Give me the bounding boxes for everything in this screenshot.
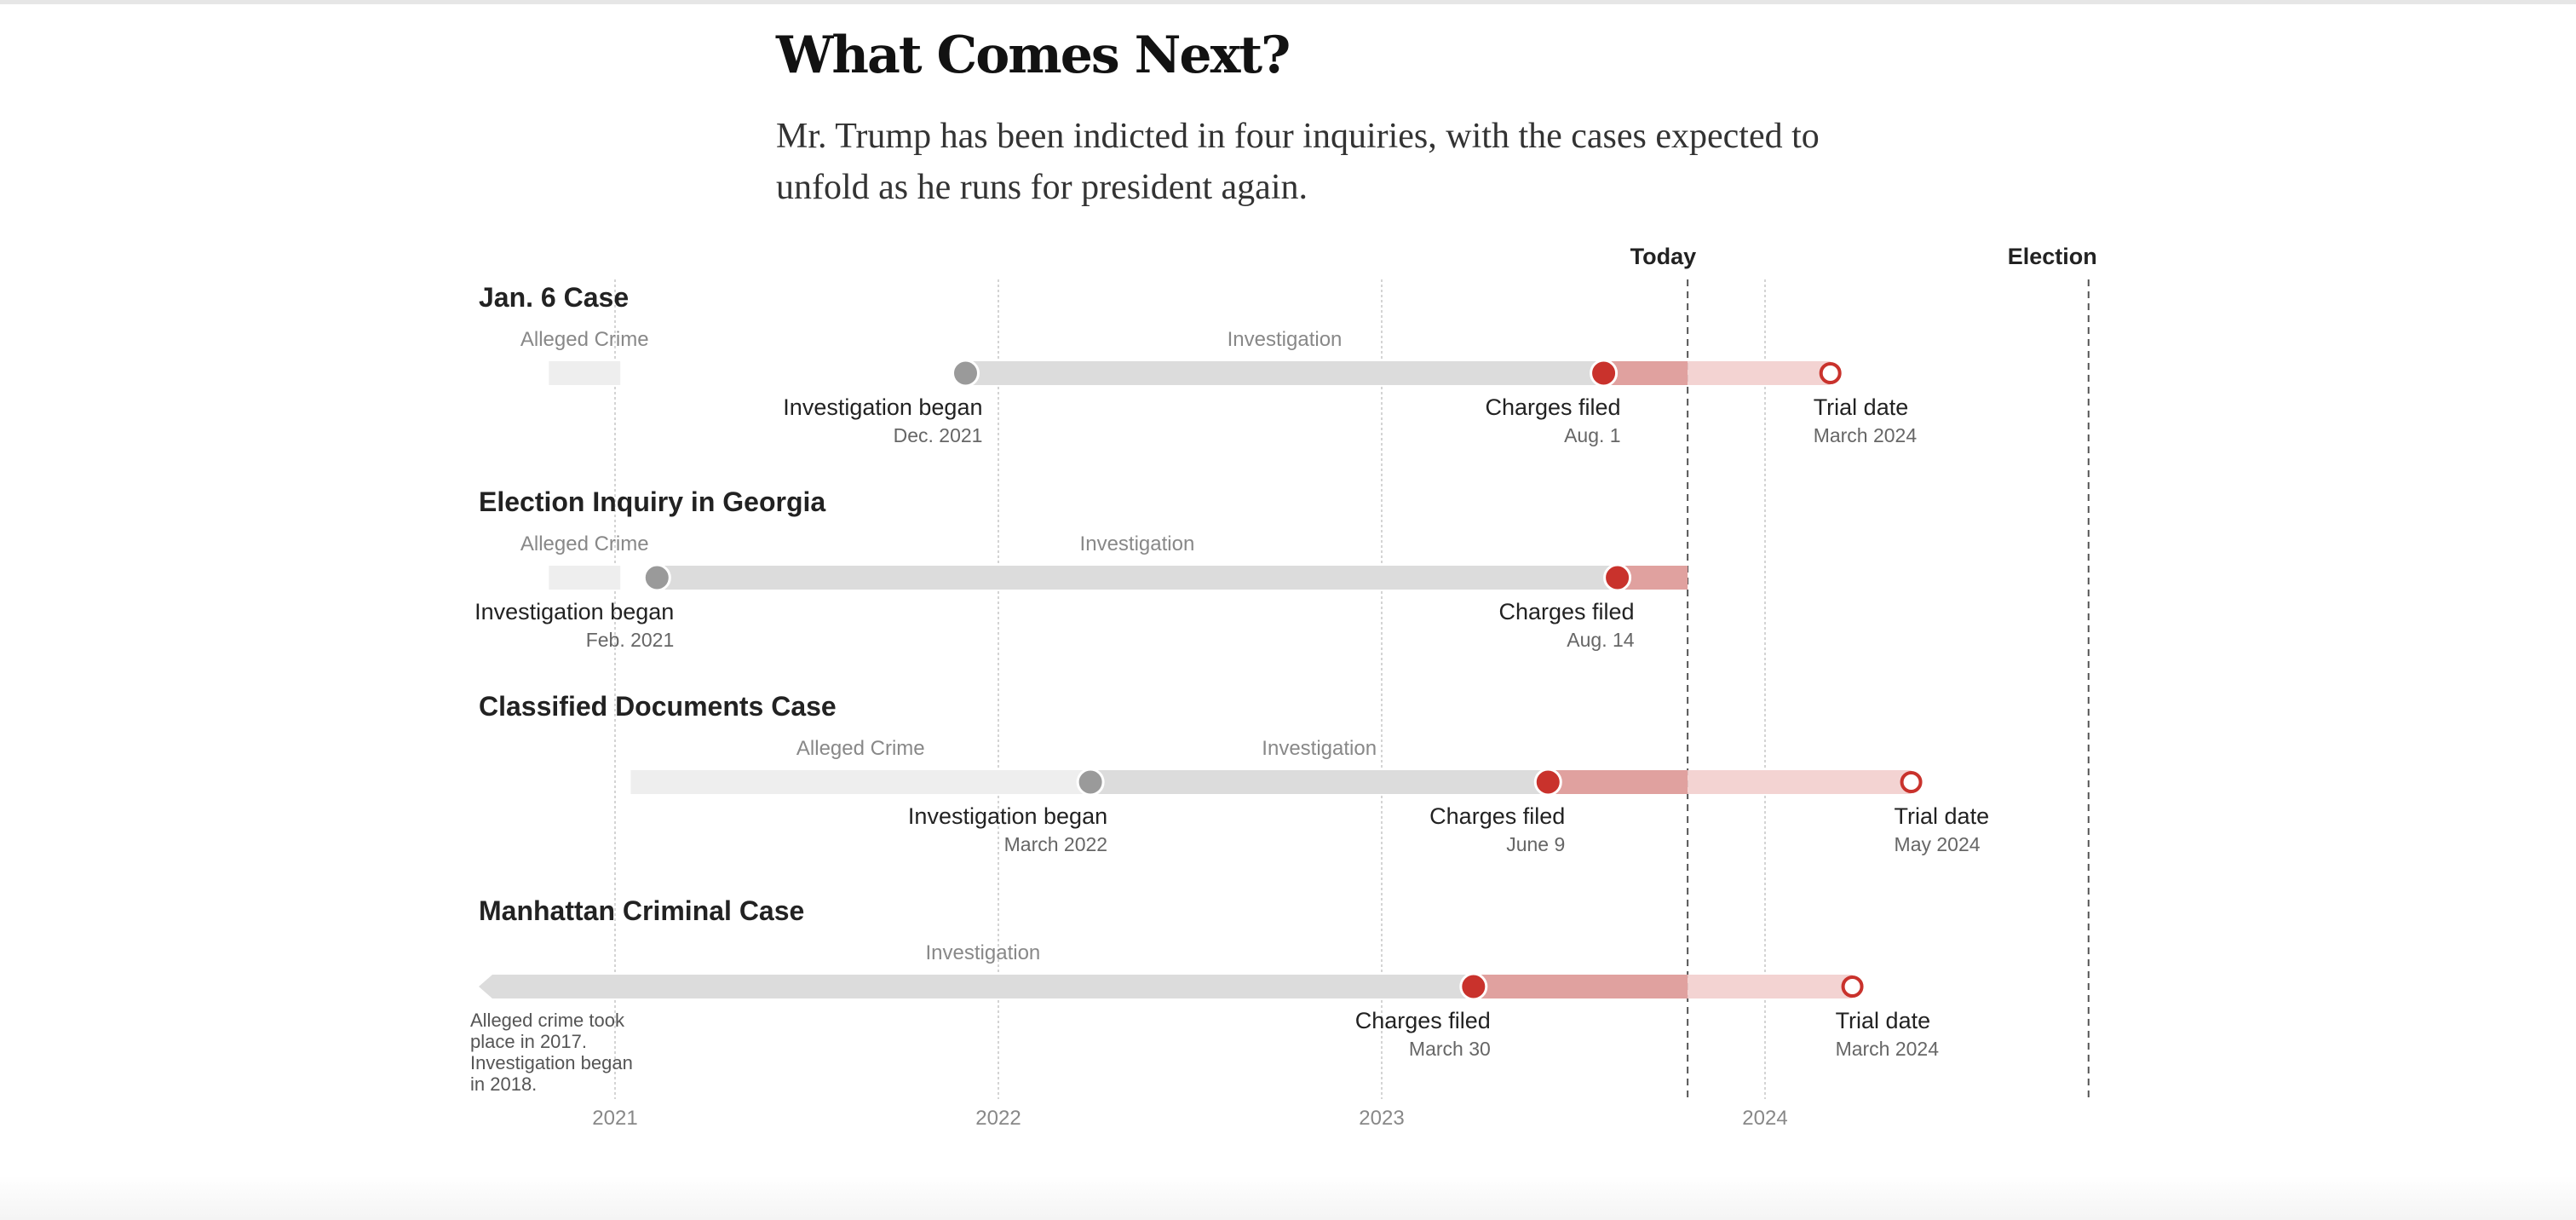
charges-filed-dot	[1590, 359, 1619, 388]
trial-event-label: Trial date	[1814, 394, 1909, 420]
alleged-crime-label: Alleged Crime	[796, 737, 925, 760]
case-row: Jan. 6 Case Alleged Crime Investigation Inv…	[479, 282, 1917, 446]
investigation-label: Investigation	[1228, 328, 1343, 351]
x-tick-label-2022: 2022	[975, 1107, 1021, 1130]
case-timeline-chart: 2021 2022 2023 2024 Today Election Jan. 6 Ca…	[470, 244, 2097, 1130]
charges-filed-dot	[1603, 563, 1632, 592]
x-tick-label-2024: 2024	[1742, 1107, 1787, 1130]
investigation-event-date: Dec. 2021	[894, 424, 983, 446]
case-title: Manhattan Criminal Case	[479, 895, 804, 926]
investigation-event-date: March 2022	[1004, 833, 1107, 855]
trial-event-label: Trial date	[1836, 1008, 1931, 1033]
investigation-began-dot	[642, 563, 671, 592]
case-row: Election Inquiry in Georgia Alleged Crime…	[474, 486, 1688, 651]
case-note-line: in 2018.	[470, 1073, 537, 1095]
investigation-bar	[657, 566, 1618, 590]
investigation-event-label: Investigation began	[908, 803, 1107, 829]
charges-filed-dot	[1533, 768, 1562, 797]
investigation-event-label: Investigation began	[783, 394, 982, 420]
pre-trial-bar	[1688, 770, 1912, 794]
trial-date-dot	[1841, 975, 1864, 998]
case-title: Classified Documents Case	[479, 691, 837, 722]
case-note-line: place in 2017.	[470, 1031, 587, 1052]
charges-filed-dot	[1459, 972, 1488, 1001]
charges-event-date: Aug. 14	[1567, 629, 1634, 651]
charges-event-label: Charges filed	[1485, 394, 1620, 420]
charges-event-date: March 30	[1409, 1038, 1491, 1060]
alleged-crime-label: Alleged Crime	[520, 532, 649, 555]
pre-trial-bar	[1688, 975, 1853, 998]
investigation-bar	[492, 975, 1474, 998]
bottom-fade	[0, 1176, 2576, 1220]
post-charge-bar	[1473, 975, 1688, 998]
charges-event-label: Charges filed	[1429, 803, 1565, 829]
investigation-continues-arrow	[479, 975, 492, 998]
alleged-crime-bar	[549, 566, 621, 590]
trial-date-dot	[1900, 771, 1923, 793]
investigation-bar	[1090, 770, 1549, 794]
case-row: Manhattan Criminal Case Investigation Char…	[470, 895, 1939, 1095]
charges-event-label: Charges filed	[1498, 599, 1634, 624]
investigation-event-label: Investigation began	[474, 599, 674, 624]
investigation-bar	[965, 361, 1604, 385]
trial-event-label: Trial date	[1895, 803, 1990, 829]
alleged-crime-label: Alleged Crime	[520, 328, 649, 351]
trial-event-date: May 2024	[1895, 833, 1981, 855]
charges-event-label: Charges filed	[1355, 1008, 1491, 1033]
case-rows: Jan. 6 Case Alleged Crime Investigation Inv…	[470, 282, 1989, 1095]
x-tick-label-2023: 2023	[1359, 1107, 1404, 1130]
alleged-crime-bar	[549, 361, 621, 385]
charges-event-date: Aug. 1	[1564, 424, 1621, 446]
investigation-began-dot	[951, 359, 980, 388]
post-charge-bar	[1548, 770, 1688, 794]
investigation-label: Investigation	[1080, 532, 1195, 555]
alleged-crime-bar	[630, 770, 1091, 794]
investigation-label: Investigation	[1262, 737, 1377, 760]
investigation-began-dot	[1076, 768, 1105, 797]
investigation-event-date: Feb. 2021	[586, 629, 675, 651]
x-tick-label-2021: 2021	[592, 1107, 637, 1130]
charges-event-date: June 9	[1506, 833, 1565, 855]
x-axis: 2021 2022 2023 2024	[592, 1107, 1787, 1130]
pre-trial-bar	[1688, 361, 1831, 385]
trial-event-date: March 2024	[1814, 424, 1918, 446]
case-title: Election Inquiry in Georgia	[479, 486, 825, 517]
case-row: Classified Documents Case Alleged Crime In…	[479, 691, 1989, 855]
investigation-label: Investigation	[926, 941, 1041, 964]
trial-date-dot	[1819, 362, 1842, 384]
case-note-line: Investigation began	[470, 1052, 633, 1073]
today-marker-label: Today	[1630, 244, 1697, 269]
case-note-line: Alleged crime took	[470, 1010, 625, 1031]
election-marker-label: Election	[2008, 244, 2097, 269]
trial-event-date: March 2024	[1836, 1038, 1940, 1060]
case-title: Jan. 6 Case	[479, 282, 629, 313]
